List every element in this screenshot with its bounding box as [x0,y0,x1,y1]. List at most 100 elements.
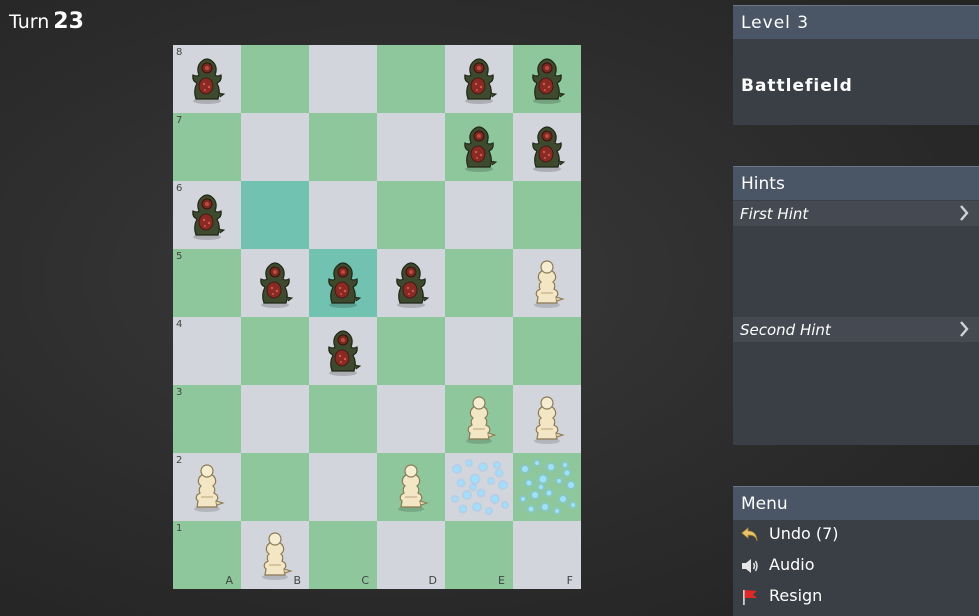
file-label: C [361,574,369,587]
board-square-c8[interactable] [309,45,377,113]
file-label: E [498,574,505,587]
level-name: Battlefield [741,76,853,96]
rank-label: 1 [176,523,183,534]
dark-creature-piece-icon [192,194,226,240]
dark-creature-piece-icon [192,58,226,104]
rank-label: 3 [176,387,183,398]
first-hint-label: First Hint [740,205,809,223]
level-header: Level 3 [733,5,979,39]
board-square-c5[interactable] [309,249,377,317]
board-square-c2[interactable] [309,453,377,521]
turn-number: 23 [53,9,84,34]
undo-button[interactable]: Undo (7) [740,522,970,548]
board-square-f7[interactable] [513,113,581,181]
dark-creature-piece-icon [464,126,498,172]
level-title: Level 3 [741,13,810,33]
board-square-d6[interactable] [377,181,445,249]
dark-creature-piece-icon [396,262,430,308]
board-square-b8[interactable] [241,45,309,113]
magic-sparkle-effect-icon [451,459,509,515]
board-square-f5[interactable] [513,249,581,317]
board-square-d4[interactable] [377,317,445,385]
magic-sparkle-effect-icon [519,459,577,515]
board-square-b4[interactable] [241,317,309,385]
file-label: F [566,574,573,587]
light-pawn-piece-icon [262,532,293,580]
dark-creature-piece-icon [260,262,294,308]
board-square-d3[interactable] [377,385,445,453]
light-pawn-piece-icon [534,260,565,308]
second-hint-button[interactable]: Second Hint [733,317,979,342]
board-square-d2[interactable] [377,453,445,521]
board-square-d5[interactable] [377,249,445,317]
board-square-a3[interactable]: 3 [173,385,241,453]
board-square-f1[interactable]: F [513,521,581,589]
board-square-e1[interactable]: E [445,521,513,589]
undo-arrow-icon [741,527,758,542]
dark-creature-piece-icon [328,262,362,308]
board-square-f3[interactable] [513,385,581,453]
board-square-e7[interactable] [445,113,513,181]
dark-creature-piece-icon [532,126,566,172]
board-square-e2[interactable] [445,453,513,521]
light-pawn-piece-icon [534,396,565,444]
first-hint-button[interactable]: First Hint [733,201,979,226]
undo-label: Undo (7) [769,524,839,543]
board-square-a4[interactable]: 4 [173,317,241,385]
file-label: D [428,574,437,587]
board-square-b6[interactable] [241,181,309,249]
board-square-c6[interactable] [309,181,377,249]
file-label: A [225,574,233,587]
board-square-b3[interactable] [241,385,309,453]
board-square-e8[interactable] [445,45,513,113]
board-square-e3[interactable] [445,385,513,453]
red-flag-icon [743,590,757,605]
chevron-right-icon [960,321,969,337]
menu-header: Menu [733,486,979,520]
light-pawn-piece-icon [398,464,429,512]
board-square-d7[interactable] [377,113,445,181]
dark-creature-piece-icon [328,330,362,376]
board-square-c7[interactable] [309,113,377,181]
board-square-e6[interactable] [445,181,513,249]
board-square-a2[interactable]: 2 [173,453,241,521]
board-square-a5[interactable]: 5 [173,249,241,317]
board-square-d1[interactable]: D [377,521,445,589]
light-pawn-piece-icon [466,396,497,444]
audio-button[interactable]: Audio [740,553,970,579]
board-square-a6[interactable]: 6 [173,181,241,249]
board-square-d8[interactable] [377,45,445,113]
menu-title: Menu [741,494,788,514]
board-square-b1[interactable]: B [241,521,309,589]
board-square-e5[interactable] [445,249,513,317]
dark-creature-piece-icon [532,58,566,104]
board-square-f2[interactable] [513,453,581,521]
board-square-f6[interactable] [513,181,581,249]
resign-button[interactable]: Resign [740,584,970,610]
game-board[interactable]: 87654321ABCDEF [173,45,581,589]
board-square-b2[interactable] [241,453,309,521]
board-square-a1[interactable]: 1A [173,521,241,589]
second-hint-label: Second Hint [740,321,831,339]
board-square-c3[interactable] [309,385,377,453]
rank-label: 6 [176,183,183,194]
hints-header: Hints [733,166,979,200]
chevron-right-icon [960,205,969,221]
turn-counter: Turn 23 [9,9,84,34]
light-pawn-piece-icon [194,464,225,512]
board-square-b5[interactable] [241,249,309,317]
board-square-b7[interactable] [241,113,309,181]
rank-label: 7 [176,115,183,126]
board-square-c4[interactable] [309,317,377,385]
board-square-f4[interactable] [513,317,581,385]
rank-label: 4 [176,319,183,330]
board-square-a8[interactable]: 8 [173,45,241,113]
board-square-f8[interactable] [513,45,581,113]
resign-label: Resign [769,586,823,605]
board-square-a7[interactable]: 7 [173,113,241,181]
board-square-e4[interactable] [445,317,513,385]
speaker-icon [742,559,758,573]
hints-title: Hints [741,174,785,194]
rank-label: 2 [176,455,183,466]
board-square-c1[interactable]: C [309,521,377,589]
